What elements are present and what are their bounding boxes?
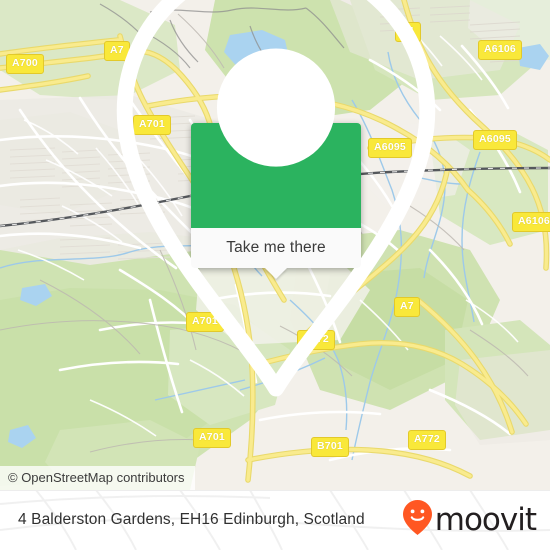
moovit-logo[interactable]: moovit	[402, 499, 537, 541]
popup-header	[116, 0, 436, 396]
road-shield: B701	[311, 437, 349, 457]
popup-pointer-tail	[265, 268, 287, 279]
popup-footer[interactable]: Take me there	[191, 228, 361, 279]
location-popup-card[interactable]: Take me there	[116, 0, 436, 396]
map-canvas[interactable]: A700 A7 A701 A1 A6106 A6095 A6095 A6106 …	[0, 0, 550, 490]
take-me-there-label: Take me there	[226, 239, 326, 256]
map-pin-icon	[1, 0, 550, 421]
footer-bar: 4 Balderston Gardens, EH16 Edinburgh, Sc…	[0, 490, 550, 550]
road-shield: A772	[408, 430, 446, 450]
footer-divider	[0, 490, 550, 491]
map-attribution[interactable]: © OpenStreetMap contributors	[0, 466, 195, 490]
location-title: 4 Balderston Gardens, EH16 Edinburgh, Sc…	[18, 511, 365, 528]
moovit-pin-smiley-icon	[402, 499, 433, 541]
road-shield: A701	[193, 428, 231, 448]
moovit-wordmark: moovit	[434, 501, 537, 538]
moovit-map-screenshot: A700 A7 A701 A1 A6106 A6095 A6095 A6106 …	[0, 0, 550, 550]
